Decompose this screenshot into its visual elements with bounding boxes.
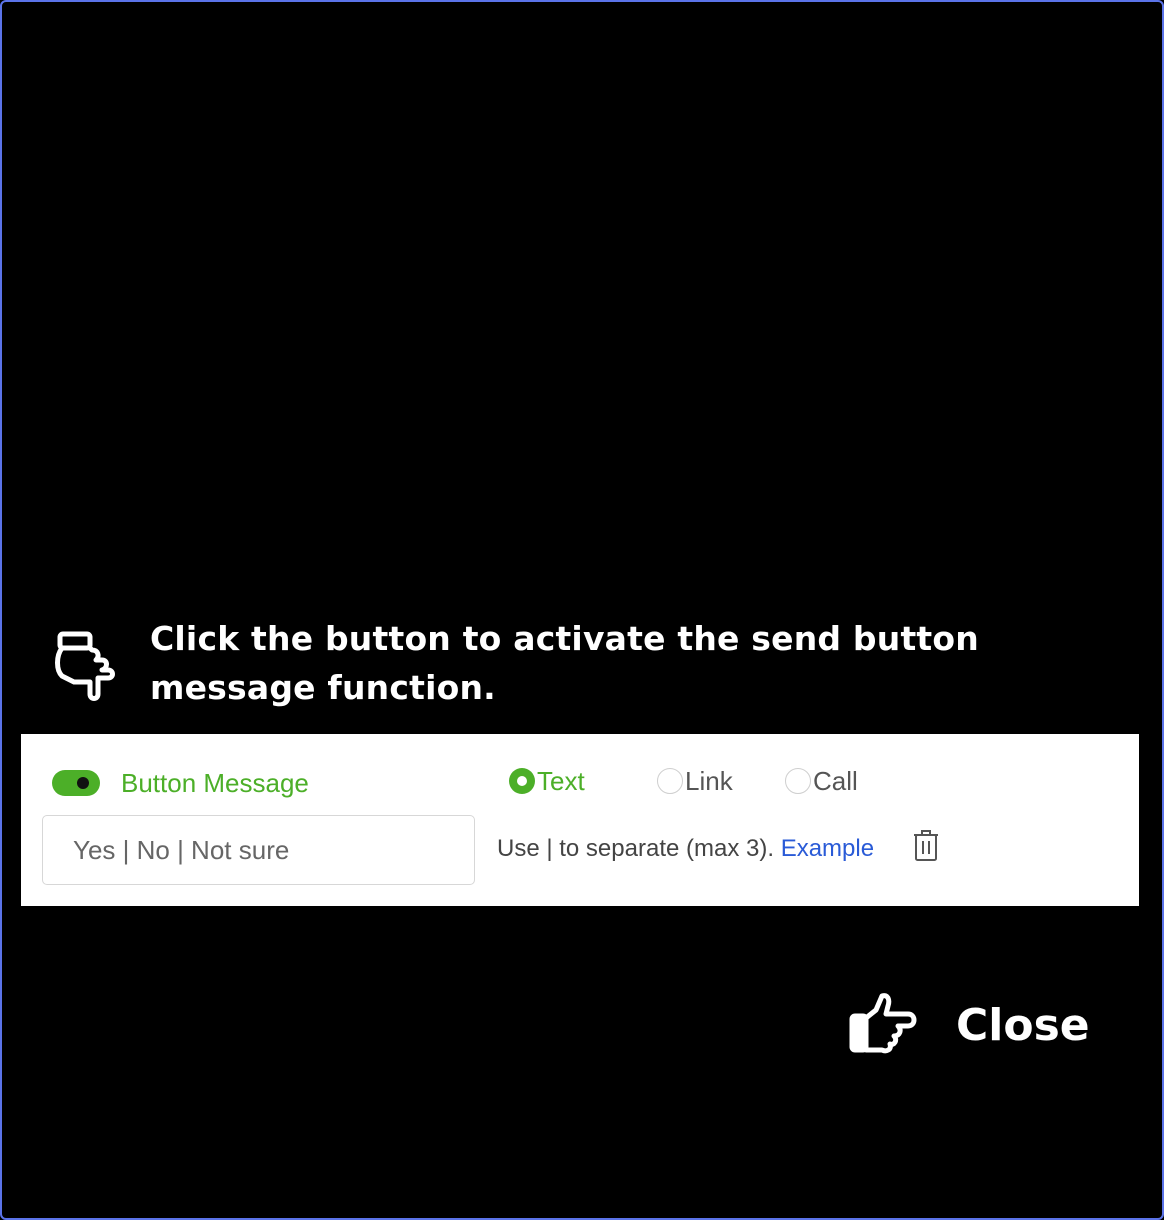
button-message-toggle[interactable]: [52, 770, 100, 796]
radio-checked-icon: [509, 768, 535, 794]
close-label: Close: [956, 999, 1090, 1051]
radio-label: Call: [813, 765, 858, 796]
hint-text: Use | to separate (max 3).: [497, 835, 781, 862]
trash-icon[interactable]: [913, 830, 939, 862]
instruction-block: Click the button to activate the send bu…: [52, 614, 1090, 712]
instruction-text: Click the button to activate the send bu…: [150, 619, 979, 707]
button-labels-input[interactable]: [42, 815, 475, 885]
radio-unchecked-icon: [785, 768, 811, 794]
toggle-knob: [77, 777, 89, 789]
button-message-panel: Button Message Text Link Call Use | to s…: [21, 734, 1139, 906]
radio-unchecked-icon: [657, 768, 683, 794]
close-button[interactable]: Close: [848, 992, 1090, 1058]
radio-call[interactable]: Call: [785, 764, 858, 798]
pointing-hand-down-icon: [55, 631, 115, 701]
tutorial-overlay: Click the button to activate the send bu…: [0, 0, 1164, 1220]
separator-hint: Use | to separate (max 3). Example: [497, 835, 874, 863]
toggle-label: Button Message: [121, 768, 309, 798]
radio-text[interactable]: Text: [509, 764, 585, 798]
example-link[interactable]: Example: [781, 835, 874, 862]
radio-label: Text: [537, 765, 585, 796]
radio-label: Link: [685, 765, 733, 796]
pointing-hand-right-icon: [849, 993, 917, 1054]
radio-link[interactable]: Link: [657, 764, 733, 798]
